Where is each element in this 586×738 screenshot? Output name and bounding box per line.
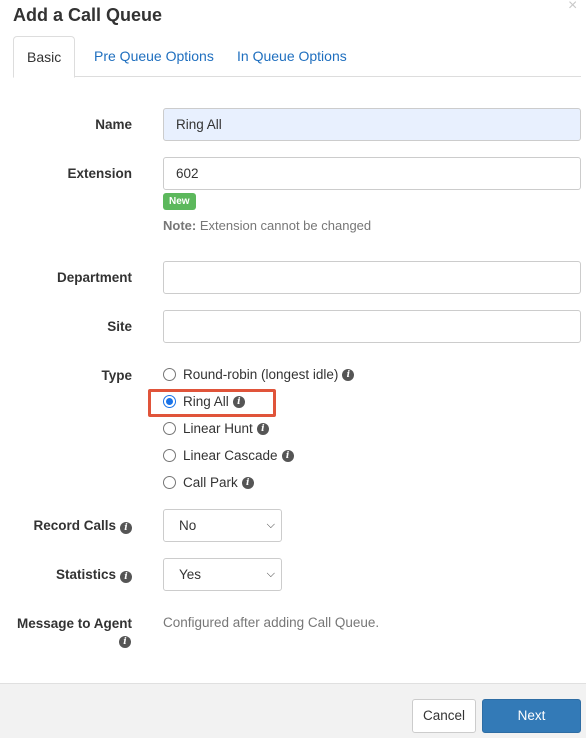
call-park-label: Call Park (183, 475, 238, 490)
type-option-call-park[interactable]: Call Park i (163, 475, 254, 490)
extension-label: Extension (67, 166, 132, 181)
info-icon[interactable]: i (342, 368, 355, 381)
dialog-title: Add a Call Queue (13, 5, 163, 25)
tab-basic[interactable]: Basic (13, 36, 76, 78)
name-input[interactable]: Ring All (163, 108, 581, 141)
tab-bar: Basic Pre Queue Options In Queue Options (13, 36, 581, 78)
chevron-down-icon: ⌵ (266, 568, 275, 580)
info-icon[interactable]: i (119, 636, 131, 648)
info-icon[interactable]: i (256, 422, 269, 435)
new-badge: New (163, 193, 196, 210)
close-icon[interactable]: × (568, 0, 577, 15)
department-input[interactable] (163, 261, 581, 294)
info-icon[interactable]: i (120, 571, 132, 583)
site-input[interactable] (163, 310, 581, 343)
linear-hunt-label: Linear Hunt (183, 421, 253, 436)
name-label: Name (95, 117, 132, 132)
extension-note: Note: Extension cannot be changed (163, 218, 371, 233)
next-button[interactable]: Next (482, 699, 581, 733)
statistics-label: Statistics i (56, 567, 132, 583)
record-calls-label-text: Record Calls (33, 518, 116, 533)
record-calls-select[interactable]: No ⌵ (163, 509, 282, 542)
statistics-label-text: Statistics (55, 567, 116, 582)
department-label: Department (56, 270, 132, 285)
call-park-radio[interactable] (163, 476, 176, 489)
record-calls-value: No (179, 518, 197, 533)
type-option-linear-hunt[interactable]: Linear Hunt i (163, 421, 269, 436)
type-option-round-robin[interactable]: Round-robin (longest idle) i (163, 367, 355, 382)
note-prefix: Note: (163, 218, 197, 233)
info-icon[interactable]: i (120, 522, 132, 534)
tab-pre-queue-options[interactable]: Pre Queue Options (81, 36, 227, 77)
type-label: Type (101, 368, 132, 383)
info-icon[interactable]: i (241, 476, 254, 489)
note-text: Extension cannot be changed (196, 218, 372, 233)
round-robin-radio[interactable] (163, 368, 176, 381)
linear-cascade-label: Linear Cascade (183, 448, 278, 463)
message-to-agent-label: Message to Agent (16, 616, 132, 631)
site-label: Site (107, 319, 132, 334)
statistics-select[interactable]: Yes ⌵ (163, 558, 282, 591)
cancel-button[interactable]: Cancel (412, 699, 476, 733)
linear-hunt-radio[interactable] (163, 422, 176, 435)
type-option-linear-cascade[interactable]: Linear Cascade i (163, 448, 294, 463)
chevron-down-icon: ⌵ (266, 519, 275, 531)
record-calls-label: Record Calls i (33, 518, 132, 534)
info-icon[interactable]: i (281, 449, 294, 462)
linear-cascade-radio[interactable] (163, 449, 176, 462)
round-robin-label: Round-robin (longest idle) (183, 367, 339, 382)
message-to-agent-text: Configured after adding Call Queue. (163, 615, 380, 630)
extension-input[interactable]: 602 (163, 157, 581, 190)
tab-in-queue-options[interactable]: In Queue Options (224, 36, 360, 77)
statistics-value: Yes (179, 567, 202, 582)
highlight-box (148, 389, 276, 417)
